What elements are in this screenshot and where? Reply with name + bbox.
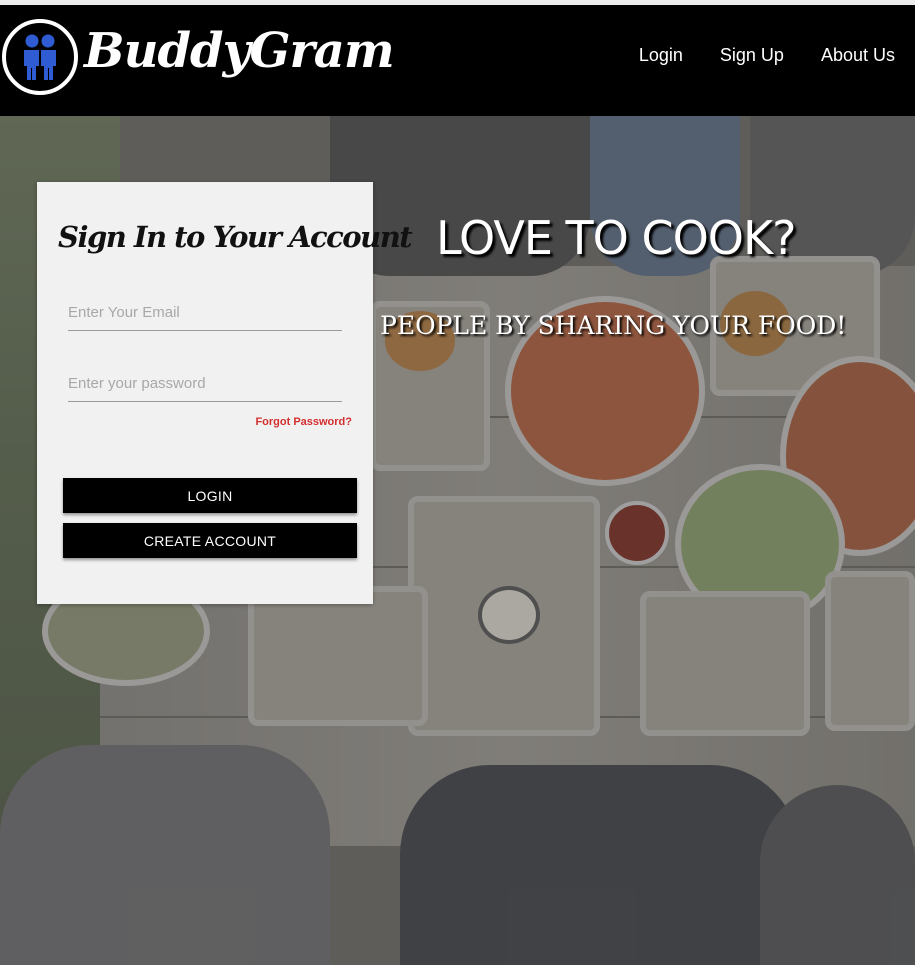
- signin-card: Sign In to Your Account Forgot Password?…: [37, 182, 413, 604]
- nav-login-link[interactable]: Login: [639, 45, 683, 66]
- nav-signup-link[interactable]: Sign Up: [720, 45, 784, 66]
- two-people-icon: [24, 34, 56, 80]
- forgot-password-link[interactable]: Forgot Password?: [255, 416, 352, 428]
- navbar: BuddyGram Login Sign Up About Us: [0, 5, 915, 116]
- nav-about-link[interactable]: About Us: [821, 45, 895, 66]
- password-field[interactable]: [68, 366, 342, 402]
- brand-name[interactable]: BuddyGram: [84, 23, 395, 79]
- logo-icon[interactable]: [2, 19, 78, 95]
- signin-title: Sign In to Your Account: [58, 220, 413, 254]
- hero-subtitle: PEOPLE BY SHARING YOUR FOOD!: [380, 311, 847, 340]
- email-field[interactable]: [68, 295, 342, 331]
- hero-title: LOVE TO COOK?: [436, 211, 797, 265]
- create-account-button[interactable]: CREATE ACCOUNT: [63, 523, 357, 558]
- nav-links: Login Sign Up About Us: [639, 45, 895, 66]
- login-button[interactable]: LOGIN: [63, 478, 357, 513]
